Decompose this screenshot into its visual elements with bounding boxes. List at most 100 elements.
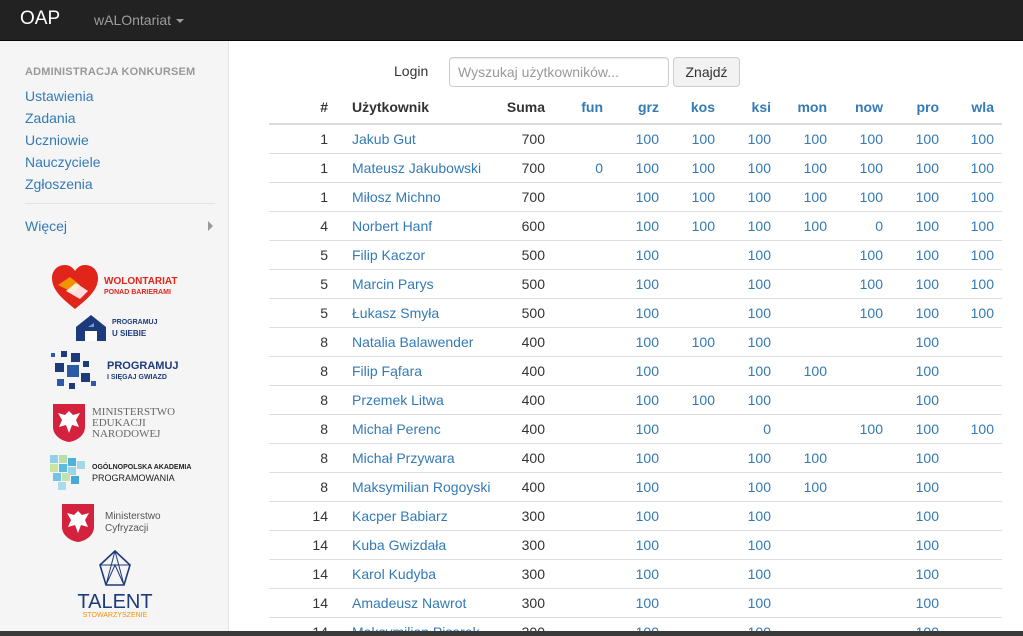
- header-task-pro[interactable]: pro: [891, 90, 947, 125]
- score-cell-ksi[interactable]: 100: [723, 587, 779, 617]
- score-cell-ksi[interactable]: 100: [723, 529, 779, 559]
- score-cell-pro[interactable]: 100: [891, 210, 947, 240]
- score-cell-wla[interactable]: 100: [947, 297, 1002, 327]
- score-cell-grz[interactable]: 100: [611, 152, 667, 182]
- user-link[interactable]: Filip Kaczor: [336, 239, 498, 269]
- user-link[interactable]: Filip Fąfara: [336, 355, 498, 385]
- score-cell-now[interactable]: 100: [835, 239, 891, 269]
- score-cell-pro[interactable]: 100: [891, 587, 947, 617]
- score-cell-now[interactable]: 100: [835, 413, 891, 443]
- score-cell-pro[interactable]: 100: [891, 500, 947, 530]
- user-link[interactable]: Amadeusz Nawrot: [336, 587, 498, 617]
- user-link[interactable]: Maksymilian Rogoyski: [336, 471, 498, 501]
- score-cell-grz[interactable]: 100: [611, 268, 667, 298]
- score-cell-pro[interactable]: 100: [891, 297, 947, 327]
- score-cell-grz[interactable]: 100: [611, 413, 667, 443]
- score-cell-wla[interactable]: 100: [947, 239, 1002, 269]
- user-link[interactable]: Kacper Babiarz: [336, 500, 498, 530]
- user-link[interactable]: Michał Perenc: [336, 413, 498, 443]
- score-cell-kos[interactable]: 100: [667, 152, 723, 182]
- user-link[interactable]: Michał Przywara: [336, 442, 498, 472]
- header-user[interactable]: Użytkownik: [336, 90, 498, 125]
- score-cell-ksi[interactable]: 0: [723, 413, 779, 443]
- score-cell-mon[interactable]: 100: [779, 181, 835, 211]
- score-cell-wla[interactable]: 100: [947, 123, 1002, 153]
- score-cell-pro[interactable]: 100: [891, 529, 947, 559]
- score-cell-pro[interactable]: 100: [891, 558, 947, 588]
- score-cell-grz[interactable]: 100: [611, 529, 667, 559]
- score-cell-ksi[interactable]: 100: [723, 384, 779, 414]
- score-cell-grz[interactable]: 100: [611, 355, 667, 385]
- score-cell-ksi[interactable]: 100: [723, 123, 779, 153]
- score-cell-now[interactable]: 100: [835, 297, 891, 327]
- sidebar-item-settings[interactable]: Ustawienia: [25, 87, 93, 105]
- user-link[interactable]: Miłosz Michno: [336, 181, 498, 211]
- score-cell-pro[interactable]: 100: [891, 384, 947, 414]
- user-link[interactable]: Łukasz Smyła: [336, 297, 498, 327]
- header-task-kos[interactable]: kos: [667, 90, 723, 125]
- score-cell-pro[interactable]: 100: [891, 181, 947, 211]
- score-cell-now[interactable]: 100: [835, 152, 891, 182]
- user-link[interactable]: Marcin Parys: [336, 268, 498, 298]
- user-link[interactable]: Przemek Litwa: [336, 384, 498, 414]
- score-cell-grz[interactable]: 100: [611, 384, 667, 414]
- score-cell-pro[interactable]: 100: [891, 152, 947, 182]
- score-cell-grz[interactable]: 100: [611, 297, 667, 327]
- sidebar-item-tasks[interactable]: Zadania: [25, 109, 76, 127]
- header-task-now[interactable]: now: [835, 90, 891, 125]
- score-cell-grz[interactable]: 100: [611, 239, 667, 269]
- score-cell-ksi[interactable]: 100: [723, 268, 779, 298]
- score-cell-wla[interactable]: 100: [947, 181, 1002, 211]
- score-cell-pro[interactable]: 100: [891, 123, 947, 153]
- score-cell-ksi[interactable]: 100: [723, 297, 779, 327]
- score-cell-wla[interactable]: 100: [947, 210, 1002, 240]
- score-cell-mon[interactable]: 100: [779, 471, 835, 501]
- score-cell-kos[interactable]: 100: [667, 181, 723, 211]
- score-cell-grz[interactable]: 100: [611, 210, 667, 240]
- score-cell-ksi[interactable]: 100: [723, 500, 779, 530]
- score-cell-mon[interactable]: 100: [779, 442, 835, 472]
- score-cell-kos[interactable]: 100: [667, 123, 723, 153]
- header-sum[interactable]: Suma: [498, 90, 553, 125]
- score-cell-now[interactable]: 100: [835, 181, 891, 211]
- score-cell-ksi[interactable]: 100: [723, 152, 779, 182]
- user-link[interactable]: Jakub Gut: [336, 123, 498, 153]
- score-cell-ksi[interactable]: 100: [723, 355, 779, 385]
- sidebar-item-students[interactable]: Uczniowie: [25, 131, 89, 149]
- score-cell-grz[interactable]: 100: [611, 500, 667, 530]
- score-cell-kos[interactable]: 100: [667, 384, 723, 414]
- user-link[interactable]: Mateusz Jakubowski: [336, 152, 498, 182]
- score-cell-pro[interactable]: 100: [891, 471, 947, 501]
- header-task-mon[interactable]: mon: [779, 90, 835, 125]
- score-cell-kos[interactable]: 100: [667, 326, 723, 356]
- score-cell-now[interactable]: 100: [835, 268, 891, 298]
- score-cell-pro[interactable]: 100: [891, 268, 947, 298]
- score-cell-pro[interactable]: 100: [891, 413, 947, 443]
- score-cell-pro[interactable]: 100: [891, 355, 947, 385]
- header-task-fun[interactable]: fun: [553, 90, 611, 125]
- score-cell-grz[interactable]: 100: [611, 181, 667, 211]
- header-rank[interactable]: #: [269, 90, 336, 125]
- score-cell-ksi[interactable]: 100: [723, 210, 779, 240]
- find-button[interactable]: Znajdź: [673, 57, 740, 87]
- score-cell-ksi[interactable]: 100: [723, 181, 779, 211]
- sidebar-item-teachers[interactable]: Nauczyciele: [25, 153, 100, 171]
- contest-dropdown[interactable]: wALOntariat: [94, 11, 185, 29]
- score-cell-ksi[interactable]: 100: [723, 558, 779, 588]
- score-cell-ksi[interactable]: 100: [723, 239, 779, 269]
- score-cell-pro[interactable]: 100: [891, 239, 947, 269]
- score-cell-mon[interactable]: 100: [779, 355, 835, 385]
- score-cell-grz[interactable]: 100: [611, 558, 667, 588]
- score-cell-ksi[interactable]: 100: [723, 442, 779, 472]
- score-cell-grz[interactable]: 100: [611, 587, 667, 617]
- score-cell-wla[interactable]: 100: [947, 268, 1002, 298]
- user-link[interactable]: Norbert Hanf: [336, 210, 498, 240]
- score-cell-mon[interactable]: 100: [779, 152, 835, 182]
- sidebar-item-more[interactable]: Więcej: [25, 217, 67, 235]
- score-cell-kos[interactable]: 100: [667, 210, 723, 240]
- score-cell-now[interactable]: 0: [835, 210, 891, 240]
- score-cell-mon[interactable]: 100: [779, 123, 835, 153]
- score-cell-grz[interactable]: 100: [611, 471, 667, 501]
- score-cell-grz[interactable]: 100: [611, 123, 667, 153]
- score-cell-wla[interactable]: 100: [947, 152, 1002, 182]
